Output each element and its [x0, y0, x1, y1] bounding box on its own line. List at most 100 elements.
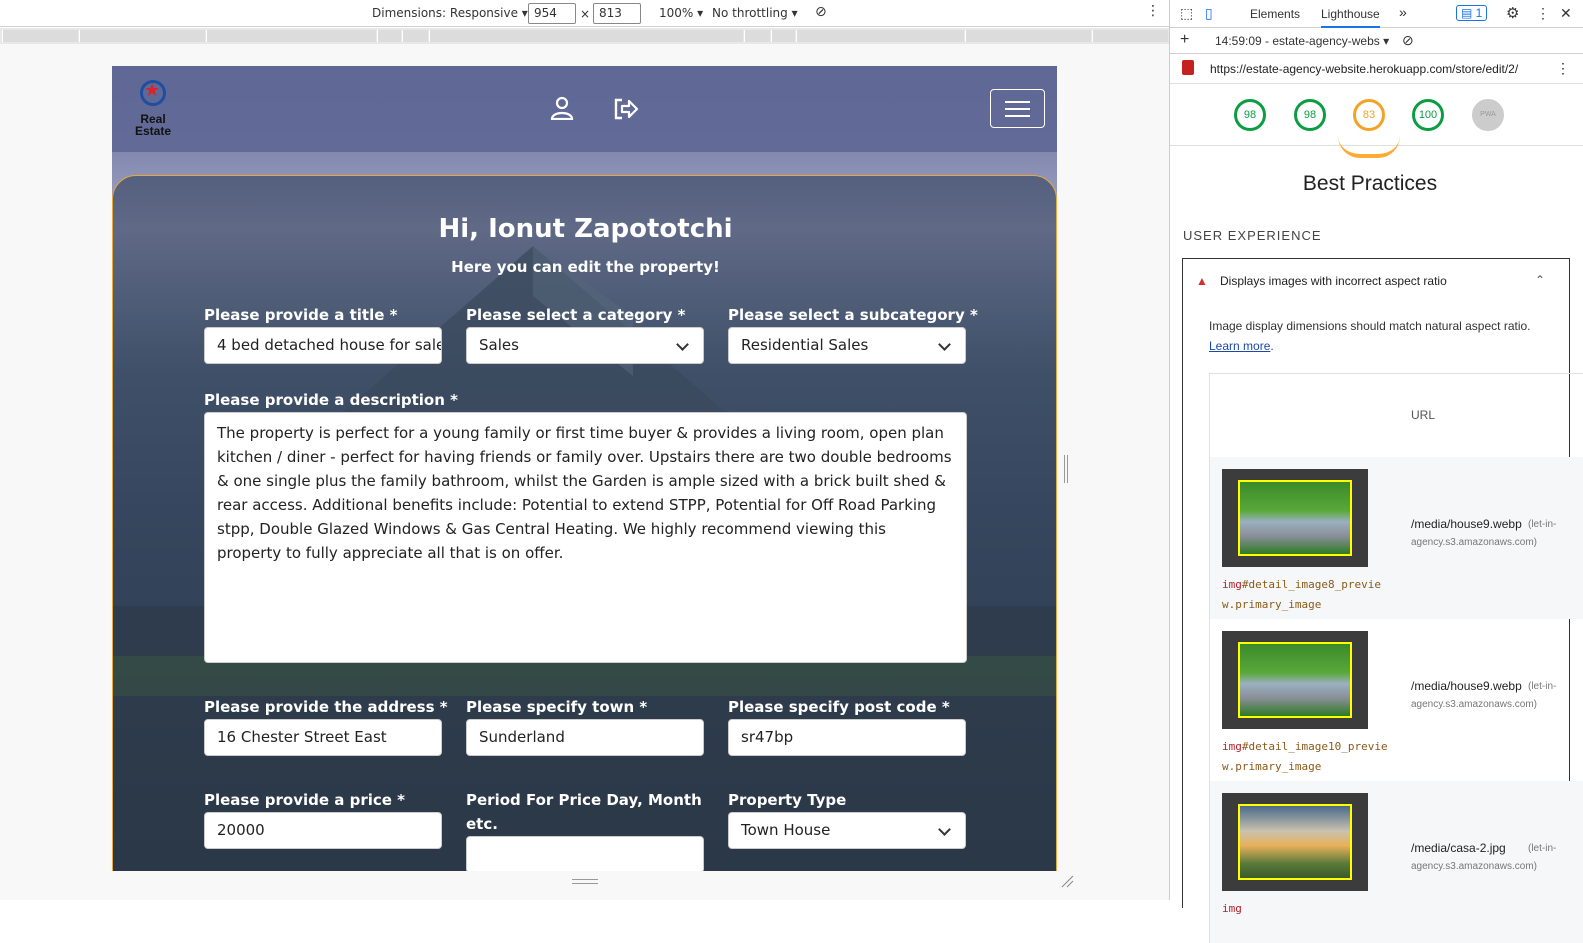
zoom-label: 100%: [659, 6, 694, 20]
right-resize-handle[interactable]: [1064, 455, 1068, 483]
dimensions-dropdown[interactable]: Dimensions: Responsive ▾: [372, 6, 528, 20]
issues-badge[interactable]: ▤ 1: [1456, 5, 1488, 21]
times-sign: ×: [580, 7, 591, 21]
category-select[interactable]: Sales: [466, 327, 704, 364]
more-options-icon[interactable]: ⋮: [1146, 3, 1160, 19]
title-input[interactable]: 4 bed detached house for sale: [204, 327, 442, 364]
emulated-viewport: ★ Real Estate Hi, Ionut Zapototchi Here …: [112, 66, 1057, 871]
image-host-b: agency.s3.amazonaws.com): [1411, 861, 1537, 872]
selector-tag: img: [1222, 740, 1242, 753]
audit-description: Image display dimensions should match na…: [1209, 316, 1549, 356]
selector-rest: #detail_image8_preview.primary_image: [1222, 578, 1381, 611]
property-type-label: Property Type: [728, 791, 847, 809]
throttling-dropdown[interactable]: No throttling ▾: [712, 6, 798, 20]
more-tabs-icon[interactable]: »: [1399, 4, 1407, 20]
image-host-a: (let-in-: [1528, 843, 1557, 854]
element-selector[interactable]: img#detail_image8_preview.primary_image: [1222, 575, 1392, 615]
user-experience-heading: USER EXPERIENCE: [1183, 228, 1322, 243]
learn-more-link[interactable]: Learn more: [1209, 339, 1270, 353]
best-practices-title: Best Practices: [1302, 172, 1438, 195]
image-host-b: agency.s3.amazonaws.com): [1411, 537, 1537, 548]
period-label: Period For Price Day, Month etc.: [466, 791, 702, 833]
url-column-header: URL: [1209, 373, 1583, 457]
issues-icon: ▤: [1461, 6, 1476, 20]
description-textarea[interactable]: The property is perfect for a young fami…: [204, 412, 967, 663]
table-row: img /media/casa-2.jpg (let-in- agency.s3…: [1209, 781, 1583, 943]
score-performance[interactable]: 98: [1234, 99, 1266, 131]
edit-subtitle: Here you can edit the property!: [451, 258, 720, 276]
rotate-icon[interactable]: ⊘: [815, 4, 827, 20]
postcode-input[interactable]: sr47bp: [728, 719, 966, 756]
user-icon[interactable]: [550, 96, 574, 120]
element-selector[interactable]: img: [1222, 899, 1392, 919]
clear-reports-icon[interactable]: ⊘: [1402, 32, 1414, 49]
subcategory-select[interactable]: Residential Sales: [728, 327, 966, 364]
report-selector[interactable]: 14:59:09 - estate-agency-webs ▾: [1215, 34, 1389, 48]
dimensions-label: Dimensions: Responsive: [372, 6, 518, 20]
hamburger-line: [1005, 115, 1030, 117]
period-input[interactable]: [466, 836, 704, 871]
media-query-ruler: [0, 28, 1169, 44]
price-input[interactable]: 20000: [204, 812, 442, 849]
device-toggle-icon[interactable]: ▯: [1205, 5, 1213, 22]
score-seo[interactable]: 100: [1412, 99, 1444, 131]
image-path[interactable]: /media/house9.webp: [1411, 517, 1522, 531]
report-url[interactable]: https://estate-agency-website.herokuapp.…: [1210, 62, 1518, 76]
selector-rest: #detail_image10_preview.primary_image: [1222, 740, 1388, 773]
tab-elements[interactable]: Elements: [1250, 7, 1300, 21]
address-input[interactable]: 16 Chester Street East: [204, 719, 442, 756]
settings-gear-icon[interactable]: ⚙: [1506, 4, 1519, 22]
image-thumbnail[interactable]: [1222, 631, 1368, 729]
logout-icon[interactable]: [613, 97, 639, 121]
address-label: Please provide the address *: [204, 698, 448, 716]
category-label: Please select a category *: [466, 306, 686, 324]
image-thumbnail[interactable]: [1222, 469, 1368, 567]
hamburger-line: [1005, 108, 1030, 110]
inspect-icon[interactable]: ⬚: [1180, 5, 1193, 22]
logo-text-estate: Estate: [134, 124, 172, 138]
throttling-label: No throttling: [712, 6, 788, 20]
real-estate-logo[interactable]: ★ Real Estate: [132, 80, 174, 138]
score-accessibility[interactable]: 98: [1294, 99, 1326, 131]
devtools-panel: ⬚ ▯ Elements Lighthouse » ▤ 1 ⚙ ⋮ ✕ + 14…: [1169, 0, 1583, 943]
menu-toggle-button[interactable]: [990, 89, 1045, 128]
subcategory-label: Please select a subcategory *: [728, 306, 978, 324]
bottom-resize-handle[interactable]: [572, 879, 598, 884]
image-thumbnail[interactable]: [1222, 793, 1368, 891]
lighthouse-toolbar: + 14:59:09 - estate-agency-webs ▾ ⊘: [1170, 28, 1583, 54]
devtools-menu-icon[interactable]: ⋮: [1536, 5, 1550, 22]
close-devtools-icon[interactable]: ✕: [1560, 5, 1572, 22]
image-host-a: (let-in-: [1528, 519, 1557, 530]
lock-warning-icon: [1182, 60, 1194, 75]
town-input[interactable]: Sunderland: [466, 719, 704, 756]
corner-resize-handle[interactable]: [1060, 874, 1074, 888]
score-pwa[interactable]: PWA: [1472, 99, 1504, 131]
width-input[interactable]: 954: [528, 3, 576, 24]
url-column-label: URL: [1411, 408, 1436, 422]
best-practices-gauge-arc: [1338, 136, 1400, 158]
postcode-label: Please specify post code *: [728, 698, 950, 716]
audit-title[interactable]: Displays images with incorrect aspect ra…: [1220, 274, 1447, 288]
price-label: Please provide a price *: [204, 791, 405, 809]
tab-lighthouse[interactable]: Lighthouse: [1321, 7, 1380, 28]
table-row: img#detail_image8_preview.primary_image …: [1209, 457, 1583, 619]
greeting-heading: Hi, Ionut Zapototchi: [438, 214, 733, 244]
chevron-up-icon[interactable]: ⌃: [1535, 273, 1545, 287]
description-label: Please provide a description *: [204, 391, 458, 409]
element-selector[interactable]: img#detail_image10_preview.primary_image: [1222, 737, 1392, 777]
url-menu-icon[interactable]: ⋮: [1556, 60, 1570, 77]
zoom-dropdown[interactable]: 100% ▾: [659, 6, 703, 20]
image-path[interactable]: /media/house9.webp: [1411, 679, 1522, 693]
property-type-select[interactable]: Town House: [728, 812, 966, 849]
new-report-icon[interactable]: +: [1180, 31, 1189, 49]
score-best-practices[interactable]: 83: [1353, 99, 1385, 131]
hamburger-icon: [1005, 101, 1030, 103]
image-host-b: agency.s3.amazonaws.com): [1411, 699, 1537, 710]
site-navbar: ★ Real Estate: [112, 66, 1057, 152]
report-url-bar: https://estate-agency-website.herokuapp.…: [1170, 54, 1583, 84]
issues-count: 1: [1475, 6, 1483, 20]
audit-desc-text: Image display dimensions should match na…: [1209, 319, 1531, 333]
image-path[interactable]: /media/casa-2.jpg: [1411, 841, 1506, 855]
selector-tag: img: [1222, 902, 1242, 915]
height-input[interactable]: 813: [593, 3, 641, 24]
